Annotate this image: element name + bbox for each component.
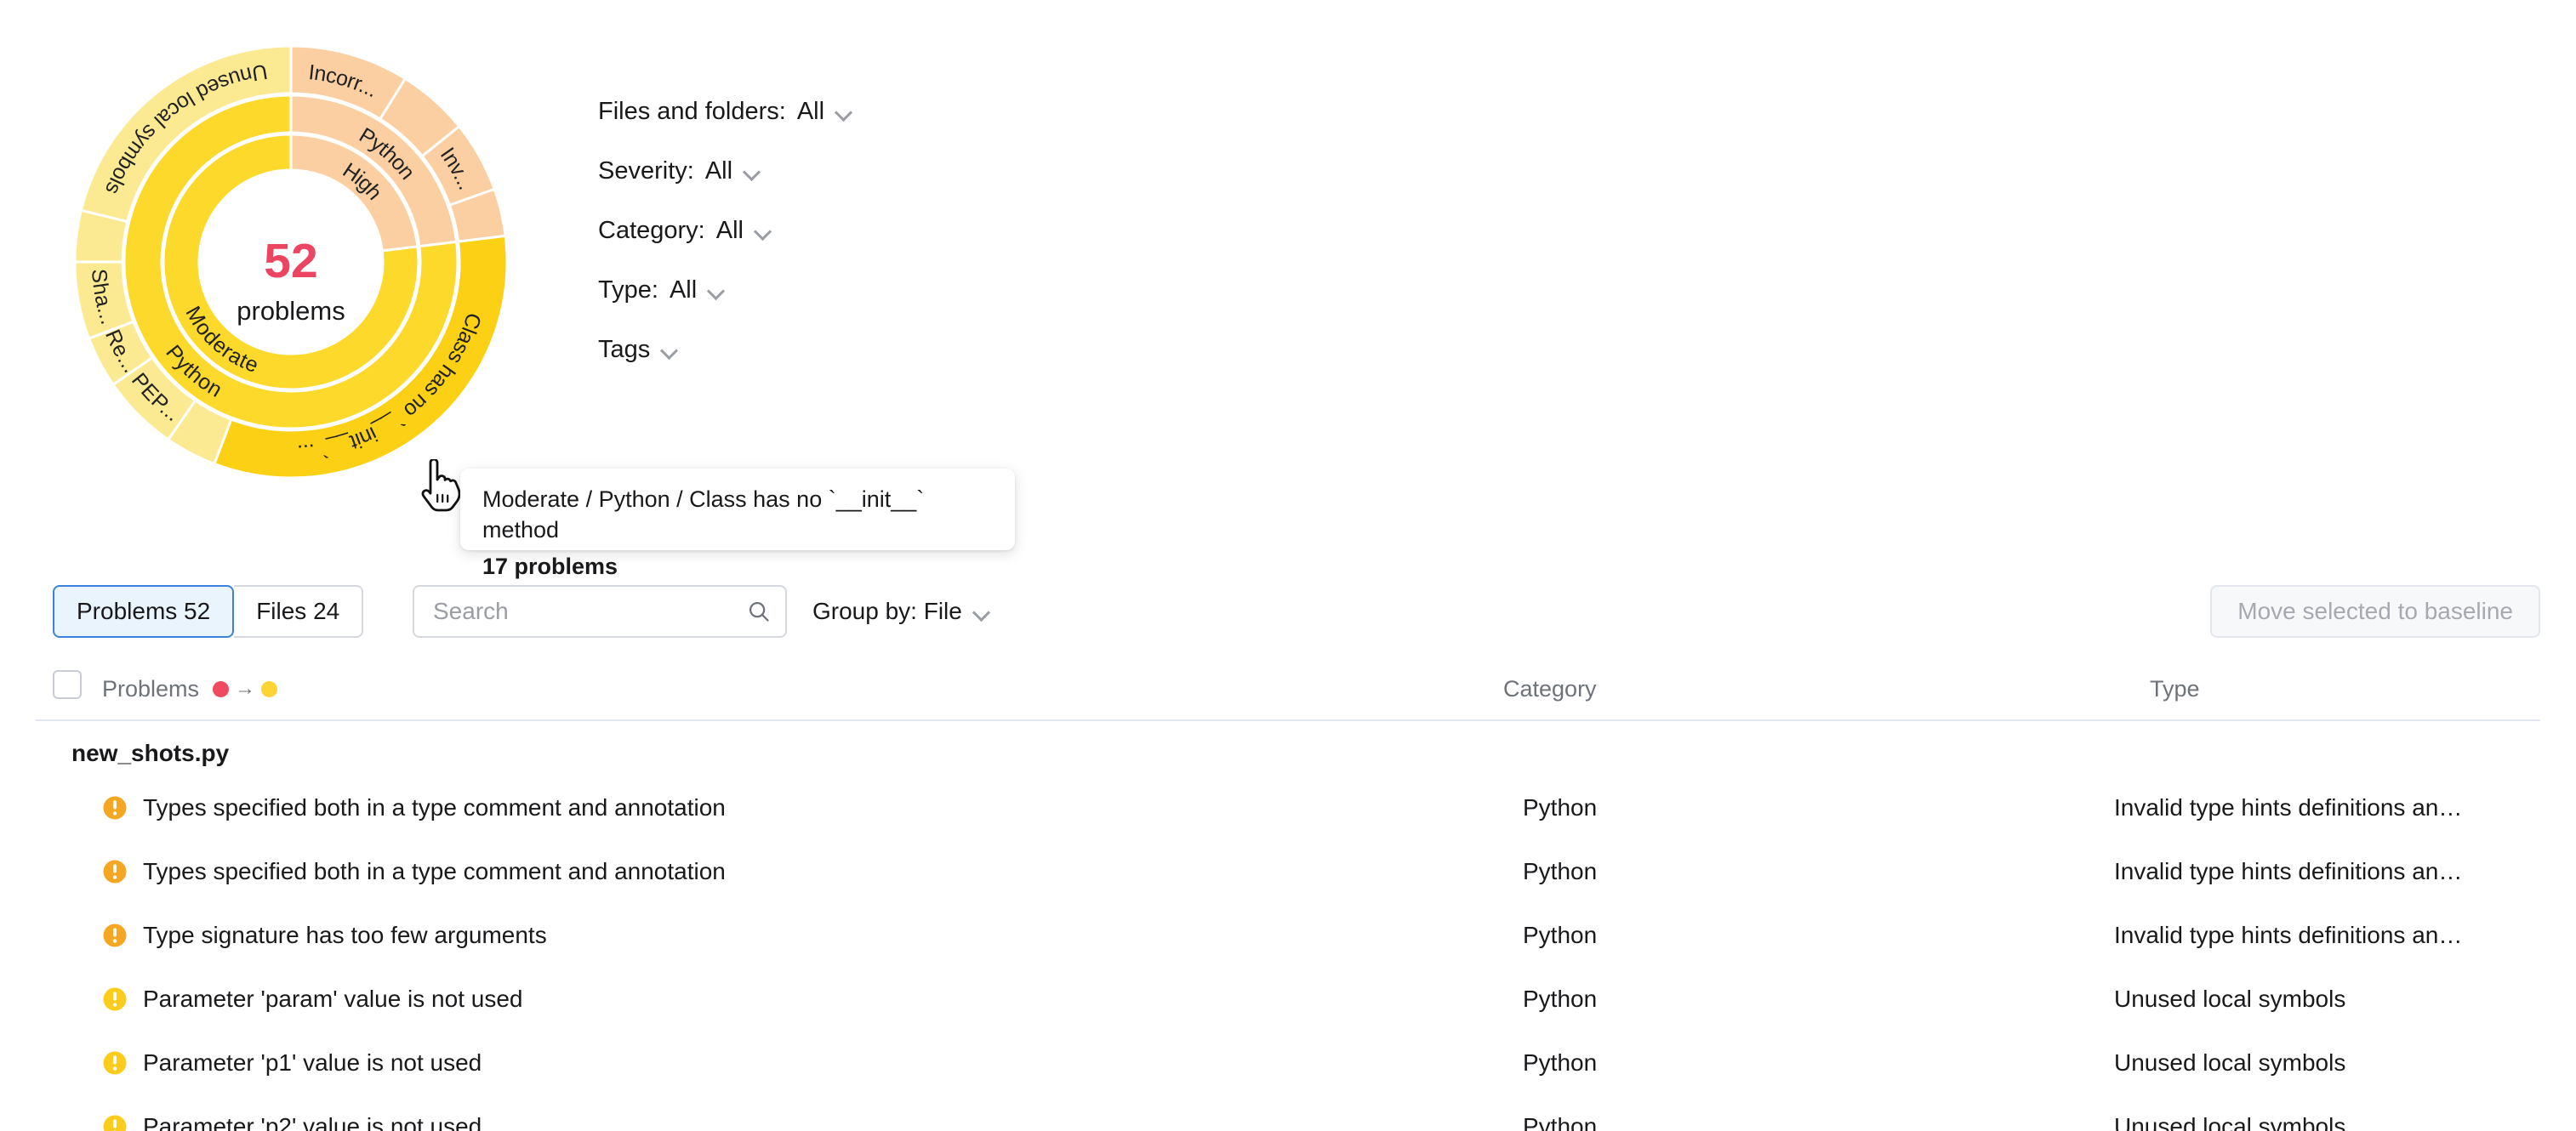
warning-high-icon [102,923,128,948]
file-group-header[interactable]: new_shots.py [0,721,2576,776]
filter-type-label: Type: [598,276,658,304]
table-row[interactable]: Types specified both in a type comment a… [0,839,2576,903]
column-header-type[interactable]: Type [2150,672,2200,706]
tab-files[interactable]: Files 24 [234,585,363,638]
problem-category: Python [1523,1113,1597,1131]
problem-message: Parameter 'p2' value is not used [143,1113,482,1131]
problems-table: Problems → Category Type new_shots.py Typ… [0,665,2576,1131]
warning-high-icon [102,859,128,884]
problem-category: Python [1523,922,1597,949]
problem-type: Invalid type hints definitions an… [2114,794,2462,821]
chevron-down-icon[interactable] [661,343,678,360]
problem-message: Type signature has too few arguments [143,922,547,949]
filter-severity-value: All [705,157,732,185]
severity-sort-indicator[interactable]: → [213,679,277,699]
problem-category: Python [1523,1049,1597,1077]
search-box[interactable] [413,585,787,638]
problem-message: Parameter 'param' value is not used [143,986,522,1013]
filter-tags[interactable]: Tags [598,321,852,378]
filter-files-and-folders-label: Files and folders: [598,98,786,126]
chart-tooltip: Moderate / Python / Class has no `__init… [460,469,1015,550]
mouse-cursor-icon [414,459,465,514]
table-row[interactable]: Parameter 'param' value is not used Pytho… [0,967,2576,1031]
search-input[interactable] [431,597,746,626]
problem-category: Python [1523,794,1597,821]
tab-problems[interactable]: Problems 52 [53,585,234,638]
group-by-label: Group by: File [812,598,962,625]
filter-category[interactable]: Category: All [598,202,852,259]
column-header-problems[interactable]: Problems → [102,672,277,706]
problem-type: Invalid type hints definitions an… [2114,858,2462,885]
problem-type: Unused local symbols [2114,1113,2345,1131]
warning-moderate-icon [102,986,128,1012]
filter-tags-label: Tags [598,336,650,364]
sunburst-chart[interactable]: HighModeratePythonPythonIncorr...Inv...C… [36,7,546,517]
group-by-dropdown[interactable]: Group by: File [812,585,990,638]
filter-list: Files and folders: All Severity: All Cat… [598,82,852,378]
tooltip-path: Moderate / Python / Class has no `__init… [482,484,993,546]
filter-type-value: All [670,276,697,304]
problem-type: Unused local symbols [2114,986,2345,1013]
column-header-problems-label: Problems [102,676,199,702]
view-tabs: Problems 52 Files 24 [53,585,363,638]
sort-arrow-icon: → [235,679,255,699]
filter-category-value: All [716,217,744,245]
problem-message: Types specified both in a type comment a… [143,858,726,885]
filter-category-label: Category: [598,217,705,245]
problem-message: Types specified both in a type comment a… [143,794,726,821]
filter-severity-label: Severity: [598,157,694,185]
results-toolbar: Problems 52 Files 24 Group by: File Move… [0,585,2576,650]
chevron-down-icon[interactable] [744,164,761,181]
warning-high-icon [102,795,128,821]
sunburst-svg[interactable]: HighModeratePythonPythonIncorr...Inv...C… [36,7,546,517]
filter-files-and-folders[interactable]: Files and folders: All [598,82,852,140]
chevron-down-icon[interactable] [708,283,725,300]
table-header-row: Problems → Category Type [36,665,2540,721]
problem-message: Parameter 'p1' value is not used [143,1049,482,1077]
table-row[interactable]: Type signature has too few arguments Pyth… [0,903,2576,967]
table-row[interactable]: Types specified both in a type comment a… [0,776,2576,839]
search-icon[interactable] [746,599,772,624]
warning-moderate-icon [102,1050,128,1076]
sort-dot-moderate-icon [261,681,277,697]
filter-type[interactable]: Type: All [598,261,852,319]
chevron-down-icon[interactable] [973,605,990,622]
filter-severity[interactable]: Severity: All [598,142,852,200]
problem-category: Python [1523,986,1597,1013]
problem-type: Unused local symbols [2114,1049,2345,1077]
center-total-count: 52 [264,234,317,288]
warning-moderate-icon [102,1114,128,1131]
tooltip-count: 17 problems [482,554,993,580]
table-row[interactable]: Parameter 'p1' value is not used Python Un… [0,1031,2576,1094]
move-selected-to-baseline-button[interactable]: Move selected to baseline [2210,585,2540,638]
select-all-checkbox[interactable] [53,670,82,699]
center-total-label: problems [237,296,345,326]
problem-type: Invalid type hints definitions an… [2114,922,2462,949]
problem-category: Python [1523,858,1597,885]
sort-dot-high-icon [213,681,229,697]
table-body: new_shots.py Types specified both in a ty… [0,721,2576,1131]
chevron-down-icon[interactable] [755,224,772,241]
table-row[interactable]: Parameter 'p2' value is not used Python Un… [0,1094,2576,1131]
filter-files-and-folders-value: All [797,98,824,126]
chevron-down-icon[interactable] [835,105,852,122]
column-header-category[interactable]: Category [1503,672,1597,706]
